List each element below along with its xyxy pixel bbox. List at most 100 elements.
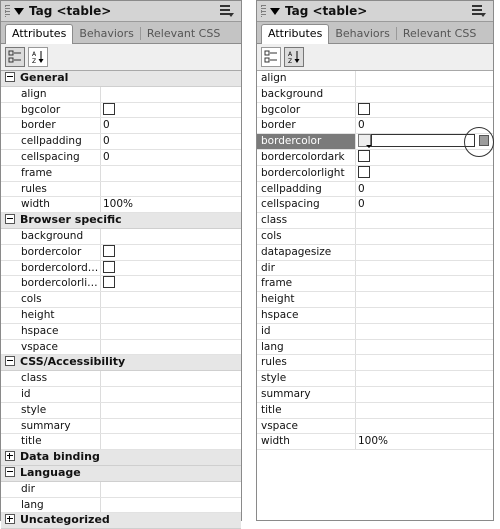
attribute-name[interactable]: cellspacing — [1, 149, 101, 165]
attribute-row-bordercolorlight[interactable]: bordercolorlight — [257, 165, 493, 182]
sort-az-button[interactable]: AZ — [28, 47, 48, 67]
attribute-row-cellpadding[interactable]: cellpadding 0 — [1, 134, 241, 150]
collapse-icon[interactable] — [5, 466, 15, 477]
attribute-name[interactable]: title — [257, 402, 356, 418]
attribute-row-height[interactable]: height — [1, 307, 241, 324]
attribute-value-cell[interactable] — [101, 403, 241, 418]
attribute-row-background[interactable]: background — [257, 86, 493, 103]
tab-behaviors[interactable]: Behaviors — [329, 25, 396, 43]
attribute-name[interactable]: width — [1, 197, 101, 213]
attribute-name[interactable]: datapagesize — [257, 244, 356, 260]
attribute-row-style[interactable]: style — [1, 402, 241, 419]
attribute-name[interactable]: lang — [257, 339, 356, 355]
collapse-icon[interactable] — [5, 72, 15, 82]
attribute-name[interactable]: cols — [1, 292, 101, 307]
attribute-row-height[interactable]: height — [257, 292, 493, 308]
attribute-row-border[interactable]: border 0 — [257, 118, 493, 135]
collapse-icon[interactable] — [5, 356, 15, 367]
tab-attributes[interactable]: Attributes — [5, 24, 74, 44]
attribute-value-cell[interactable] — [101, 292, 241, 307]
attribute-row-width[interactable]: width 100% — [1, 197, 241, 214]
attribute-name[interactable]: dir — [257, 260, 356, 276]
attribute-name[interactable]: summary — [1, 418, 101, 434]
attribute-value-cell[interactable] — [356, 403, 493, 418]
attribute-row-cols[interactable]: cols — [1, 292, 241, 308]
attribute-name[interactable]: bordercolorda... — [1, 260, 101, 276]
attribute-value-input[interactable] — [371, 134, 475, 148]
attribute-name[interactable]: align — [1, 86, 101, 102]
collapse-triangle-icon[interactable] — [270, 7, 280, 15]
attribute-row-vspace[interactable]: vspace — [1, 339, 241, 356]
attribute-row-bordercolor[interactable]: bordercolor — [1, 244, 241, 261]
attribute-value-cell[interactable] — [101, 434, 241, 449]
attribute-value-cell[interactable] — [101, 308, 241, 323]
attribute-value-cell[interactable] — [101, 87, 241, 102]
attribute-value-cell[interactable] — [101, 482, 241, 497]
attribute-row-hspace[interactable]: hspace — [257, 307, 493, 324]
attribute-value-cell[interactable]: 0 — [356, 197, 493, 212]
attribute-name[interactable]: frame — [1, 165, 101, 181]
attribute-value-cell[interactable] — [356, 419, 493, 434]
attribute-name[interactable]: background — [1, 228, 101, 244]
attribute-value-cell[interactable] — [356, 276, 493, 291]
attribute-value-cell[interactable] — [356, 371, 493, 386]
sort-az-button[interactable]: AZ — [284, 47, 304, 67]
attribute-row-cellspacing[interactable]: cellspacing 0 — [257, 197, 493, 214]
attribute-row-style[interactable]: style — [257, 371, 493, 387]
attribute-value-cell[interactable] — [101, 244, 241, 260]
attribute-value-cell[interactable]: 100% — [356, 434, 493, 449]
attribute-row-title[interactable]: title — [1, 434, 241, 451]
attribute-value-cell[interactable] — [356, 213, 493, 228]
attribute-row-vspace[interactable]: vspace — [257, 418, 493, 435]
attribute-name[interactable]: background — [257, 86, 356, 102]
attribute-value-cell[interactable] — [356, 102, 493, 118]
attribute-row-bordercolor[interactable]: bordercolor — [257, 127, 494, 158]
attribute-row-cellpadding[interactable]: cellpadding 0 — [257, 181, 493, 198]
category-view-button[interactable] — [5, 47, 25, 67]
options-menu-icon[interactable] — [220, 5, 234, 17]
attribute-value-cell[interactable] — [356, 229, 493, 244]
attribute-value-cell[interactable] — [356, 87, 493, 102]
color-swatch-icon[interactable] — [358, 102, 370, 115]
attribute-row-rules[interactable]: rules — [257, 355, 493, 372]
grip-icon[interactable] — [261, 5, 266, 17]
attribute-row-class[interactable]: class — [257, 213, 493, 229]
category-uncategorized[interactable]: Uncategorized — [1, 513, 241, 529]
color-swatch-icon[interactable] — [103, 276, 115, 289]
attribute-row-dir[interactable]: dir — [257, 260, 493, 277]
attribute-row-rules[interactable]: rules — [1, 181, 241, 198]
attribute-row-frame[interactable]: frame — [257, 276, 493, 293]
attribute-name[interactable]: summary — [257, 386, 356, 402]
attribute-name[interactable]: height — [257, 292, 356, 307]
attribute-name[interactable]: hspace — [1, 323, 101, 339]
attribute-value-cell[interactable] — [101, 371, 241, 386]
tab-behaviors[interactable]: Behaviors — [73, 25, 140, 43]
attribute-row-bgcolor[interactable]: bgcolor — [1, 102, 241, 119]
attribute-row-width[interactable]: width 100% — [257, 434, 493, 451]
attribute-value-cell[interactable]: 0 — [101, 150, 241, 165]
attribute-name[interactable]: bordercolor — [257, 134, 356, 149]
attribute-row-align[interactable]: align — [257, 71, 493, 87]
attribute-name[interactable]: frame — [257, 276, 356, 292]
attribute-value-cell[interactable] — [356, 149, 493, 165]
attribute-value-cell[interactable] — [101, 182, 241, 197]
category-browser-specific[interactable]: Browser specific — [1, 213, 241, 229]
attribute-name[interactable]: hspace — [257, 307, 356, 323]
tab-relevant-css[interactable]: Relevant CSS — [141, 25, 226, 43]
attribute-row-lang[interactable]: lang — [1, 497, 241, 514]
attribute-name[interactable]: lang — [1, 497, 101, 513]
attribute-name[interactable]: vspace — [257, 418, 356, 434]
attribute-value-cell[interactable] — [356, 292, 493, 307]
grip-icon[interactable] — [5, 5, 10, 17]
attribute-name[interactable]: rules — [257, 355, 356, 371]
attribute-row-id[interactable]: id — [257, 323, 493, 340]
attribute-row-frame[interactable]: frame — [1, 165, 241, 182]
attribute-name[interactable]: id — [257, 323, 356, 339]
attribute-name[interactable]: height — [1, 307, 101, 323]
attribute-row-hspace[interactable]: hspace — [1, 323, 241, 340]
attribute-row-bgcolor[interactable]: bgcolor — [257, 102, 493, 119]
attribute-name[interactable]: cellpadding — [1, 134, 101, 149]
attribute-value-cell[interactable] — [101, 102, 241, 118]
attribute-name[interactable]: cellspacing — [257, 197, 356, 213]
attribute-row-cellspacing[interactable]: cellspacing 0 — [1, 149, 241, 166]
